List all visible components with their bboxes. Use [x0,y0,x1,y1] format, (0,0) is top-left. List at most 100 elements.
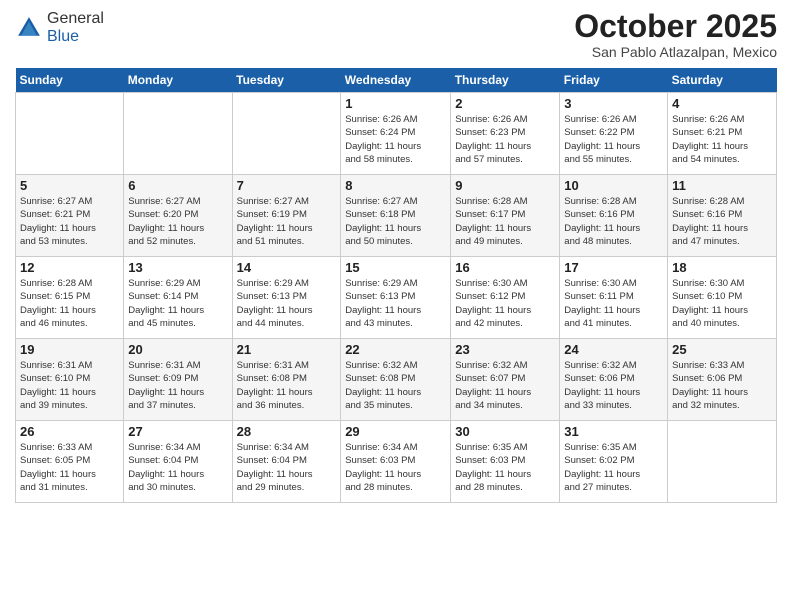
day-number: 14 [237,260,337,275]
day-info: Sunrise: 6:31 AM Sunset: 6:10 PM Dayligh… [20,359,119,412]
table-row: 8 Sunrise: 6:27 AM Sunset: 6:18 PM Daylig… [341,175,451,257]
day-number: 22 [345,342,446,357]
day-number: 13 [128,260,227,275]
day-number: 21 [237,342,337,357]
table-row [124,93,232,175]
day-info: Sunrise: 6:29 AM Sunset: 6:13 PM Dayligh… [345,277,446,330]
col-friday: Friday [560,68,668,93]
table-row: 27 Sunrise: 6:34 AM Sunset: 6:04 PM Dayli… [124,421,232,503]
day-info: Sunrise: 6:30 AM Sunset: 6:12 PM Dayligh… [455,277,555,330]
table-row: 20 Sunrise: 6:31 AM Sunset: 6:09 PM Dayli… [124,339,232,421]
day-number: 15 [345,260,446,275]
table-row: 16 Sunrise: 6:30 AM Sunset: 6:12 PM Dayli… [451,257,560,339]
day-number: 23 [455,342,555,357]
col-sunday: Sunday [16,68,124,93]
day-info: Sunrise: 6:29 AM Sunset: 6:14 PM Dayligh… [128,277,227,330]
table-row: 7 Sunrise: 6:27 AM Sunset: 6:19 PM Daylig… [232,175,341,257]
table-row: 19Sunrise: 6:31 AM Sunset: 6:10 PM Dayli… [16,339,124,421]
day-number: 9 [455,178,555,193]
table-row: 15 Sunrise: 6:29 AM Sunset: 6:13 PM Dayli… [341,257,451,339]
table-row [668,421,777,503]
table-row [16,93,124,175]
logo-text: General Blue [47,10,104,46]
calendar-table: Sunday Monday Tuesday Wednesday Thursday… [15,68,777,503]
day-info: Sunrise: 6:27 AM Sunset: 6:19 PM Dayligh… [237,195,337,248]
day-info: Sunrise: 6:32 AM Sunset: 6:07 PM Dayligh… [455,359,555,412]
table-row: 10Sunrise: 6:28 AM Sunset: 6:16 PM Dayli… [560,175,668,257]
header: General Blue October 2025 San Pablo Atla… [15,10,777,60]
calendar-header-row: Sunday Monday Tuesday Wednesday Thursday… [16,68,777,93]
table-row: 9 Sunrise: 6:28 AM Sunset: 6:17 PM Daylig… [451,175,560,257]
col-thursday: Thursday [451,68,560,93]
day-number: 11 [672,178,772,193]
day-info: Sunrise: 6:26 AM Sunset: 6:23 PM Dayligh… [455,113,555,166]
day-number: 6 [128,178,227,193]
calendar-week-row: 5 Sunrise: 6:27 AM Sunset: 6:21 PM Daylig… [16,175,777,257]
day-info: Sunrise: 6:27 AM Sunset: 6:18 PM Dayligh… [345,195,446,248]
calendar-week-row: 26 Sunrise: 6:33 AM Sunset: 6:05 PM Dayli… [16,421,777,503]
table-row: 4Sunrise: 6:26 AM Sunset: 6:21 PM Daylig… [668,93,777,175]
table-row: 23 Sunrise: 6:32 AM Sunset: 6:07 PM Dayli… [451,339,560,421]
day-number: 2 [455,96,555,111]
table-row: 29Sunrise: 6:34 AM Sunset: 6:03 PM Dayli… [341,421,451,503]
day-info: Sunrise: 6:27 AM Sunset: 6:21 PM Dayligh… [20,195,119,248]
day-info: Sunrise: 6:33 AM Sunset: 6:06 PM Dayligh… [672,359,772,412]
logo: General Blue [15,10,104,46]
table-row: 14 Sunrise: 6:29 AM Sunset: 6:13 PM Dayli… [232,257,341,339]
col-wednesday: Wednesday [341,68,451,93]
table-row: 11 Sunrise: 6:28 AM Sunset: 6:16 PM Dayli… [668,175,777,257]
day-number: 1 [345,96,446,111]
day-info: Sunrise: 6:28 AM Sunset: 6:17 PM Dayligh… [455,195,555,248]
table-row: 31Sunrise: 6:35 AM Sunset: 6:02 PM Dayli… [560,421,668,503]
day-info: Sunrise: 6:26 AM Sunset: 6:22 PM Dayligh… [564,113,663,166]
day-info: Sunrise: 6:33 AM Sunset: 6:05 PM Dayligh… [20,441,119,494]
day-number: 5 [20,178,119,193]
location-title: San Pablo Atlazalpan, Mexico [574,44,777,60]
day-number: 16 [455,260,555,275]
table-row: 24Sunrise: 6:32 AM Sunset: 6:06 PM Dayli… [560,339,668,421]
day-info: Sunrise: 6:34 AM Sunset: 6:04 PM Dayligh… [128,441,227,494]
day-number: 3 [564,96,663,111]
day-number: 27 [128,424,227,439]
day-number: 7 [237,178,337,193]
day-info: Sunrise: 6:26 AM Sunset: 6:21 PM Dayligh… [672,113,772,166]
calendar-week-row: 12 Sunrise: 6:28 AM Sunset: 6:15 PM Dayli… [16,257,777,339]
title-area: October 2025 San Pablo Atlazalpan, Mexic… [574,10,777,60]
calendar-week-row: 1 Sunrise: 6:26 AM Sunset: 6:24 PM Daylig… [16,93,777,175]
day-number: 17 [564,260,663,275]
day-info: Sunrise: 6:32 AM Sunset: 6:06 PM Dayligh… [564,359,663,412]
table-row: 26 Sunrise: 6:33 AM Sunset: 6:05 PM Dayli… [16,421,124,503]
day-number: 20 [128,342,227,357]
month-title: October 2025 [574,10,777,42]
day-info: Sunrise: 6:31 AM Sunset: 6:09 PM Dayligh… [128,359,227,412]
table-row: 21Sunrise: 6:31 AM Sunset: 6:08 PM Dayli… [232,339,341,421]
day-number: 26 [20,424,119,439]
day-info: Sunrise: 6:35 AM Sunset: 6:02 PM Dayligh… [564,441,663,494]
day-info: Sunrise: 6:28 AM Sunset: 6:16 PM Dayligh… [672,195,772,248]
day-info: Sunrise: 6:28 AM Sunset: 6:15 PM Dayligh… [20,277,119,330]
day-number: 10 [564,178,663,193]
day-info: Sunrise: 6:35 AM Sunset: 6:03 PM Dayligh… [455,441,555,494]
table-row: 5 Sunrise: 6:27 AM Sunset: 6:21 PM Daylig… [16,175,124,257]
col-saturday: Saturday [668,68,777,93]
table-row: 22Sunrise: 6:32 AM Sunset: 6:08 PM Dayli… [341,339,451,421]
day-info: Sunrise: 6:34 AM Sunset: 6:03 PM Dayligh… [345,441,446,494]
day-number: 12 [20,260,119,275]
col-monday: Monday [124,68,232,93]
table-row: 2 Sunrise: 6:26 AM Sunset: 6:23 PM Daylig… [451,93,560,175]
day-info: Sunrise: 6:26 AM Sunset: 6:24 PM Dayligh… [345,113,446,166]
logo-icon [15,14,43,42]
page: General Blue October 2025 San Pablo Atla… [0,0,792,612]
day-info: Sunrise: 6:29 AM Sunset: 6:13 PM Dayligh… [237,277,337,330]
logo-blue: Blue [47,28,79,45]
logo-general: General [47,10,104,27]
day-number: 25 [672,342,772,357]
day-info: Sunrise: 6:27 AM Sunset: 6:20 PM Dayligh… [128,195,227,248]
table-row: 1 Sunrise: 6:26 AM Sunset: 6:24 PM Daylig… [341,93,451,175]
day-info: Sunrise: 6:34 AM Sunset: 6:04 PM Dayligh… [237,441,337,494]
table-row: 25 Sunrise: 6:33 AM Sunset: 6:06 PM Dayli… [668,339,777,421]
col-tuesday: Tuesday [232,68,341,93]
day-number: 8 [345,178,446,193]
day-info: Sunrise: 6:30 AM Sunset: 6:11 PM Dayligh… [564,277,663,330]
table-row: 13 Sunrise: 6:29 AM Sunset: 6:14 PM Dayli… [124,257,232,339]
